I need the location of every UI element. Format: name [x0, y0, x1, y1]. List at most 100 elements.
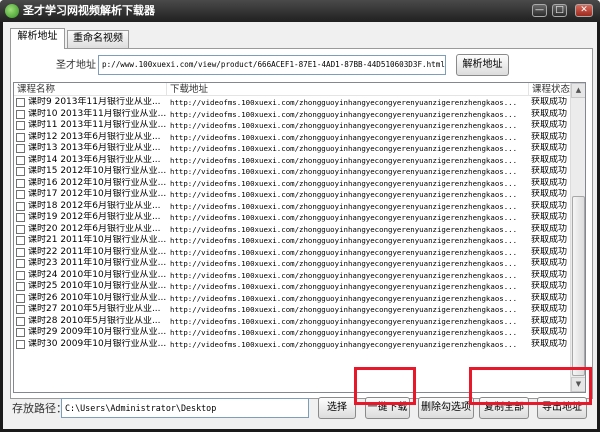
table-row[interactable]: 课时13 2013年6月银行业从业... http://videofms.100x… [14, 143, 570, 155]
tab-rename-video[interactable]: 重命名视频 [67, 30, 129, 48]
row-checkbox[interactable] [16, 190, 25, 199]
status-cell: 获取成功 [531, 292, 568, 303]
download-url-cell: http://videofms.100xuexi.com/zhongguoyin… [170, 339, 518, 349]
table-row[interactable]: 课时22 2011年10月银行业从业... http://videofms.100… [14, 247, 570, 259]
url-input[interactable]: p://www.100xuexi.com/view/product/666ACE… [98, 55, 446, 75]
table-row[interactable]: 课时14 2013年6月银行业从业... http://videofms.100x… [14, 155, 570, 167]
download-url-cell: http://videofms.100xuexi.com/zhongguoyin… [170, 178, 518, 188]
column-header-course-name[interactable]: 课程名称 [14, 83, 167, 96]
table-row[interactable]: 课时12 2013年6月银行业从业... http://videofms.100x… [14, 132, 570, 144]
status-cell: 获取成功 [531, 108, 568, 119]
download-url-cell: http://videofms.100xuexi.com/zhongguoyin… [170, 282, 518, 291]
row-checkbox[interactable] [16, 236, 25, 245]
row-checkbox[interactable] [16, 305, 25, 314]
status-cell: 获取成功 [531, 189, 568, 199]
row-checkbox[interactable] [16, 270, 25, 280]
table-row[interactable]: 课时26 2010年10月银行业从业... http://videofms.100… [14, 293, 570, 305]
table-row[interactable]: 课时23 2011年10月银行业从业... http://videofms.100… [14, 258, 570, 270]
table-row[interactable]: 课时24 2010年10月银行业从业... http://videofms.100… [14, 270, 570, 282]
download-url-cell: http://videofms.100xuexi.com/zhongguoyin… [170, 236, 518, 245]
row-checkbox[interactable] [16, 167, 25, 176]
row-checkbox[interactable] [16, 155, 25, 165]
row-checkbox[interactable] [16, 339, 25, 349]
title-bar[interactable]: 圣才学习网视频解析下载器 — □ ✕ [0, 0, 600, 22]
table-row[interactable]: 课时10 2013年11月银行业从业... http://videofms.100… [14, 109, 570, 121]
status-cell: 获取成功 [531, 258, 568, 268]
status-cell: 获取成功 [531, 143, 568, 153]
row-checkbox[interactable] [16, 293, 25, 303]
row-checkbox[interactable] [16, 98, 25, 107]
course-name-cell: 课时22 2011年10月银行业从业... [28, 246, 167, 257]
scroll-up-arrow-icon[interactable]: ▲ [571, 83, 585, 98]
close-button[interactable]: ✕ [575, 4, 593, 17]
course-name-cell: 课时11 2013年11月银行业从业... [28, 120, 167, 130]
table-row[interactable]: 课时17 2012年10月银行业从业... http://videofms.100… [14, 189, 570, 201]
maximize-button[interactable]: □ [552, 4, 567, 17]
row-checkbox[interactable] [16, 259, 25, 268]
row-checkbox[interactable] [16, 109, 25, 119]
course-name-cell: 课时10 2013年11月银行业从业... [28, 108, 167, 119]
course-name-cell: 课时14 2013年6月银行业从业... [28, 154, 161, 165]
table-row[interactable]: 课时25 2010年10月银行业从业... http://videofms.100… [14, 281, 570, 293]
course-name-cell: 课时27 2010年5月银行业从业... [28, 304, 161, 314]
row-checkbox[interactable] [16, 121, 25, 130]
table-row[interactable]: 课时19 2012年6月银行业从业... http://videofms.100x… [14, 212, 570, 224]
row-checkbox[interactable] [16, 224, 25, 234]
tab-parse-address[interactable]: 解析地址 [10, 28, 65, 49]
table-row[interactable]: 课时9 2013年11月银行业从业... http://videofms.100x… [14, 97, 570, 109]
download-url-cell: http://videofms.100xuexi.com/zhongguoyin… [170, 259, 518, 268]
table-row[interactable]: 课时15 2012年10月银行业从业... http://videofms.100… [14, 166, 570, 178]
row-checkbox[interactable] [16, 282, 25, 291]
course-name-cell: 课时29 2009年10月银行业从业... [28, 327, 167, 337]
minimize-button[interactable]: — [532, 4, 547, 17]
status-cell: 获取成功 [531, 200, 568, 211]
course-name-cell: 课时25 2010年10月银行业从业... [28, 281, 167, 291]
download-url-cell: http://videofms.100xuexi.com/zhongguoyin… [170, 305, 518, 314]
table-row[interactable]: 课时30 2009年10月银行业从业... http://videofms.100… [14, 339, 570, 351]
choose-folder-button[interactable]: 选择 [318, 397, 356, 419]
download-url-cell: http://videofms.100xuexi.com/zhongguoyin… [170, 328, 518, 337]
download-url-cell: http://videofms.100xuexi.com/zhongguoyin… [170, 201, 518, 211]
course-name-cell: 课时24 2010年10月银行业从业... [28, 269, 167, 280]
status-cell: 获取成功 [531, 281, 568, 291]
row-checkbox[interactable] [16, 144, 25, 153]
status-cell: 获取成功 [531, 338, 568, 349]
highlight-box-copy-export [469, 367, 592, 405]
table-row[interactable]: 课时16 2012年10月银行业从业... http://videofms.100… [14, 178, 570, 190]
save-path-label: 存放路径： [12, 402, 67, 415]
scroll-thumb[interactable] [572, 196, 585, 376]
download-url-cell: http://videofms.100xuexi.com/zhongguoyin… [170, 224, 518, 234]
download-url-cell: http://videofms.100xuexi.com/zhongguoyin… [170, 293, 518, 303]
table-row[interactable]: 课时11 2013年11月银行业从业... http://videofms.100… [14, 120, 570, 132]
download-url-cell: http://videofms.100xuexi.com/zhongguoyin… [170, 213, 518, 222]
status-cell: 获取成功 [531, 223, 568, 234]
status-cell: 获取成功 [531, 235, 568, 245]
column-header-download-url[interactable]: 下载地址 [167, 83, 529, 96]
row-checkbox[interactable] [16, 247, 25, 257]
table-body: 课时9 2013年11月银行业从业... http://videofms.100x… [14, 97, 570, 350]
course-name-cell: 课时9 2013年11月银行业从业... [28, 97, 161, 107]
course-name-cell: 课时26 2010年10月银行业从业... [28, 292, 167, 303]
vertical-scrollbar[interactable]: ▲ ▼ [570, 83, 585, 392]
delete-checked-button[interactable]: 删除勾选项 [418, 397, 474, 419]
row-checkbox[interactable] [16, 328, 25, 337]
row-checkbox[interactable] [16, 178, 25, 188]
row-checkbox[interactable] [16, 132, 25, 142]
table-row[interactable]: 课时21 2011年10月银行业从业... http://videofms.100… [14, 235, 570, 247]
save-path-input[interactable]: C:\Users\Administrator\Desktop [61, 398, 309, 418]
parse-address-button[interactable]: 解析地址 [456, 54, 509, 76]
row-checkbox[interactable] [16, 213, 25, 222]
course-name-cell: 课时30 2009年10月银行业从业... [28, 338, 167, 349]
table-row[interactable]: 课时20 2012年6月银行业从业... http://videofms.100x… [14, 224, 570, 236]
status-cell: 获取成功 [531, 177, 568, 188]
status-cell: 获取成功 [531, 166, 568, 176]
row-checkbox[interactable] [16, 201, 25, 211]
column-header-status[interactable]: 课程状态 [529, 83, 570, 96]
table-row[interactable]: 课时29 2009年10月银行业从业... http://videofms.100… [14, 327, 570, 339]
table-row[interactable]: 课时18 2012年6月银行业从业... http://videofms.100x… [14, 201, 570, 213]
table-row[interactable]: 课时28 2010年5月银行业从业... http://videofms.100x… [14, 316, 570, 328]
table-row[interactable]: 课时27 2010年5月银行业从业... http://videofms.100x… [14, 304, 570, 316]
course-name-cell: 课时13 2013年6月银行业从业... [28, 143, 161, 153]
row-checkbox[interactable] [16, 316, 25, 326]
window-title: 圣才学习网视频解析下载器 [23, 4, 155, 17]
